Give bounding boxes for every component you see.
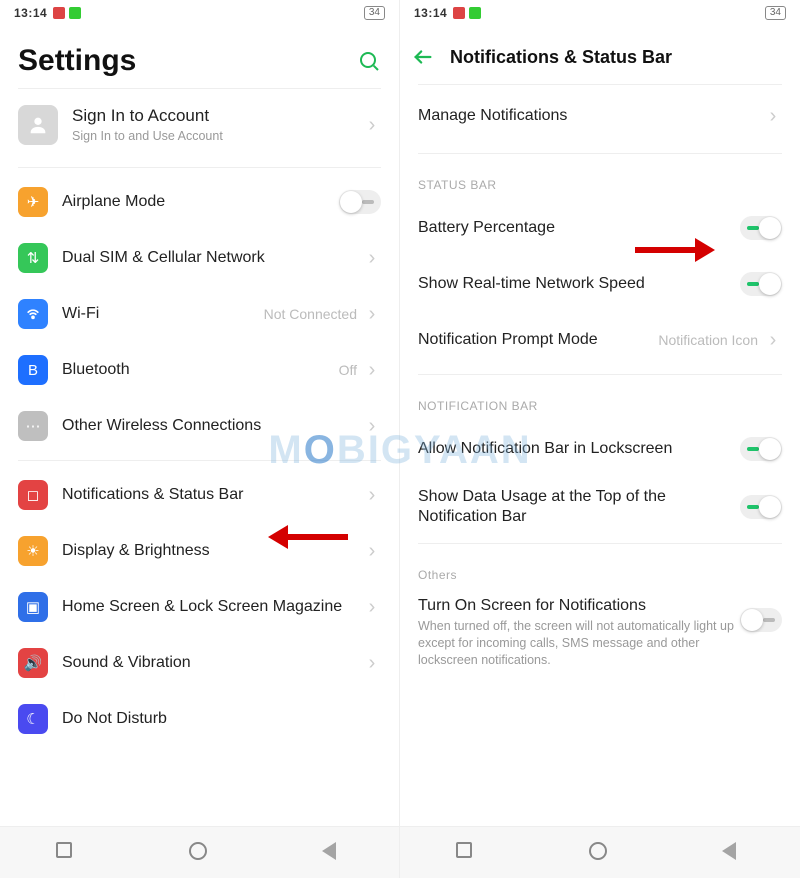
- chevron-right-icon: ›: [363, 541, 381, 561]
- nav-recent-button[interactable]: [56, 842, 78, 864]
- settings-header: Settings: [0, 26, 399, 88]
- nav-recent-button[interactable]: [456, 842, 478, 864]
- status-icons: [53, 7, 81, 19]
- wifi-value: Not Connected: [264, 306, 357, 322]
- row-notifications-statusbar[interactable]: ◻ Notifications & Status Bar ›: [18, 467, 381, 523]
- chevron-right-icon: ›: [764, 330, 782, 350]
- status-time: 13:14: [14, 6, 47, 20]
- lockscreen-toggle[interactable]: [740, 437, 782, 461]
- chevron-right-icon: ›: [363, 485, 381, 505]
- row-other-wireless[interactable]: ⋯ Other Wireless Connections ›: [18, 398, 381, 454]
- row-manage-notifications[interactable]: Manage Notifications ›: [418, 85, 782, 147]
- navigation-bar: [400, 826, 800, 878]
- network-speed-toggle[interactable]: [740, 272, 782, 296]
- back-button[interactable]: [406, 40, 440, 74]
- chevron-right-icon: ›: [363, 304, 381, 324]
- row-allow-lockscreen[interactable]: Allow Notification Bar in Lockscreen: [418, 421, 782, 477]
- status-bar: 13:14 34: [0, 0, 399, 26]
- section-notification-bar: NOTIFICATION BAR: [418, 381, 782, 421]
- section-others: Others: [418, 550, 782, 590]
- status-icons: [453, 7, 481, 19]
- chevron-right-icon: ›: [363, 597, 381, 617]
- bluetooth-icon: B: [18, 355, 48, 385]
- nav-back-button[interactable]: [722, 842, 744, 864]
- nav-home-button[interactable]: [589, 842, 611, 864]
- account-icon: [18, 105, 58, 145]
- row-home-lock-screen[interactable]: ▣ Home Screen & Lock Screen Magazine ›: [18, 579, 381, 635]
- battery-indicator: 34: [765, 6, 786, 20]
- chevron-right-icon: ›: [363, 653, 381, 673]
- section-status-bar: STATUS BAR: [418, 160, 782, 200]
- sound-icon: 🔊: [18, 648, 48, 678]
- dnd-icon: ☾: [18, 704, 48, 734]
- row-turn-on-screen[interactable]: Turn On Screen for Notifications When tu…: [418, 590, 782, 679]
- notification-icon: ◻: [18, 480, 48, 510]
- status-chip-1: [453, 7, 465, 19]
- sign-in-row[interactable]: Sign In to Account Sign In to and Use Ac…: [18, 89, 381, 161]
- row-sound-vibration[interactable]: 🔊 Sound & Vibration ›: [18, 635, 381, 691]
- nav-back-button[interactable]: [322, 842, 344, 864]
- row-airplane-mode[interactable]: ✈ Airplane Mode: [18, 174, 381, 230]
- bluetooth-value: Off: [339, 362, 357, 378]
- page-title: Settings: [18, 44, 357, 78]
- row-bluetooth[interactable]: B Bluetooth Off ›: [18, 342, 381, 398]
- notifications-screen: 13:14 34 Notifications & Status Bar Mana…: [400, 0, 800, 878]
- search-icon[interactable]: [357, 49, 381, 73]
- sim-icon: ⇅: [18, 243, 48, 273]
- status-chip-2: [469, 7, 481, 19]
- status-bar: 13:14 34: [400, 0, 800, 26]
- row-data-usage-top[interactable]: Show Data Usage at the Top of the Notifi…: [418, 477, 782, 537]
- chevron-right-icon: ›: [363, 248, 381, 268]
- row-do-not-disturb[interactable]: ☾ Do Not Disturb: [18, 691, 381, 747]
- row-network-speed[interactable]: Show Real-time Network Speed: [418, 256, 782, 312]
- row-dual-sim[interactable]: ⇅ Dual SIM & Cellular Network ›: [18, 230, 381, 286]
- chevron-right-icon: ›: [363, 360, 381, 380]
- brightness-icon: ☀: [18, 536, 48, 566]
- home-screen-icon: ▣: [18, 592, 48, 622]
- airplane-toggle[interactable]: [339, 190, 381, 214]
- row-notification-prompt-mode[interactable]: Notification Prompt Mode Notification Ic…: [418, 312, 782, 368]
- more-icon: ⋯: [18, 411, 48, 441]
- status-time: 13:14: [414, 6, 447, 20]
- screen-on-toggle[interactable]: [740, 608, 782, 632]
- notifications-list[interactable]: Manage Notifications › STATUS BAR Batter…: [400, 85, 800, 826]
- data-usage-toggle[interactable]: [740, 495, 782, 519]
- row-battery-percentage[interactable]: Battery Percentage: [418, 200, 782, 256]
- page-title: Notifications & Status Bar: [450, 47, 672, 68]
- status-chip-2: [69, 7, 81, 19]
- row-display-brightness[interactable]: ☀ Display & Brightness ›: [18, 523, 381, 579]
- navigation-bar: [0, 826, 399, 878]
- sign-in-sub: Sign In to and Use Account: [72, 128, 363, 145]
- chevron-right-icon: ›: [363, 416, 381, 436]
- status-chip-1: [53, 7, 65, 19]
- wifi-icon: [18, 299, 48, 329]
- airplane-icon: ✈: [18, 187, 48, 217]
- battery-indicator: 34: [364, 6, 385, 20]
- battery-percentage-toggle[interactable]: [740, 216, 782, 240]
- row-wifi[interactable]: Wi-Fi Not Connected ›: [18, 286, 381, 342]
- settings-list[interactable]: Sign In to Account Sign In to and Use Ac…: [0, 89, 399, 826]
- page-header: Notifications & Status Bar: [400, 26, 800, 84]
- chevron-right-icon: ›: [764, 106, 782, 126]
- sign-in-title: Sign In to Account: [72, 105, 363, 126]
- nav-home-button[interactable]: [189, 842, 211, 864]
- prompt-mode-value: Notification Icon: [658, 332, 758, 348]
- settings-screen: 13:14 34 Settings Sign In to Account Sig…: [0, 0, 400, 878]
- chevron-right-icon: ›: [363, 115, 381, 135]
